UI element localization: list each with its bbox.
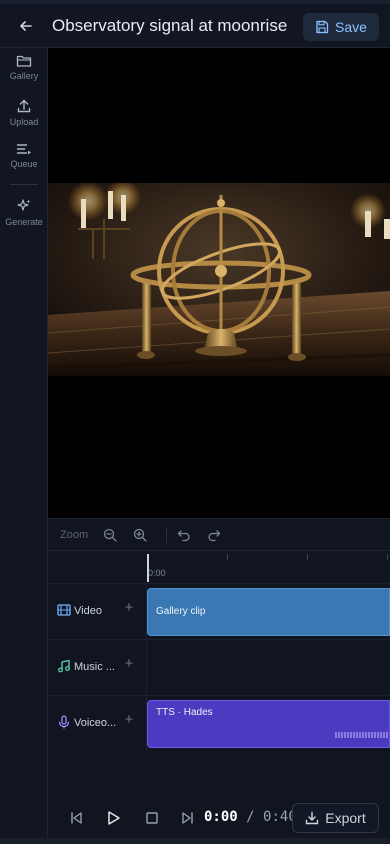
time-readout: 0:00 / 0:40 [204,809,297,825]
transport-bar: 0:00 / 0:40 Export [48,798,390,838]
ruler-tick [227,554,228,560]
ruler-start-label: 0:00 [148,568,166,578]
ruler-tick [387,554,388,560]
queue-icon [16,144,31,155]
play-button[interactable] [105,810,121,826]
export-button[interactable]: Export [292,803,379,833]
track-header-video: Video + [48,583,147,639]
skip-forward-icon [182,812,193,824]
bottom-edge [0,838,390,844]
sparkles-icon [17,199,31,211]
sidebar-item-label: Upload [9,117,39,127]
skip-back-icon [71,812,82,824]
upload-icon [17,99,31,113]
arrow-left-icon [20,21,32,31]
zoom-in-button[interactable] [132,527,148,543]
stop-button[interactable] [144,810,160,826]
sidebar-item-upload[interactable]: Upload [0,98,48,138]
clip-label: Gallery clip [156,606,206,617]
play-icon [108,811,120,825]
sidebar-item-label: Queue [10,159,38,169]
time-separator: / [246,809,255,825]
toolbar-divider [166,527,167,543]
floppy-icon [316,20,329,34]
track-header-voiceover: Voiceo... + [48,695,147,751]
sidebar-item-label: Generate [5,217,43,227]
redo-icon [208,530,221,542]
stop-icon [146,812,158,824]
timeline-toolbar: Zoom [48,518,390,551]
zoom-label: Zoom [60,529,89,541]
zoom-out-button[interactable] [102,527,118,543]
track-lane-music[interactable] [147,639,390,695]
skip-forward-button[interactable] [180,810,196,826]
save-button[interactable]: Save [303,13,379,41]
armillary-sphere-image [48,183,390,376]
sidebar-divider [10,184,38,185]
undo-button[interactable] [176,527,192,543]
header-bar: Observatory signal at moonrise Save [0,4,390,48]
track-label: Video [74,605,102,617]
download-icon [306,811,319,825]
track-label: Voiceo... [74,717,117,729]
ruler-tick [307,554,308,560]
track-label: Music ... [74,661,115,673]
playhead[interactable] [147,554,149,582]
mic-icon [58,715,70,729]
time-ruler[interactable]: 0:00 [147,551,390,583]
zoom-in-icon [133,528,147,542]
project-title: Observatory signal at moonrise [52,16,288,35]
voiceover-clip[interactable]: TTS · Hades [147,700,390,748]
sidebar: Gallery Upload Queue Generate [0,48,48,844]
save-button-label: Save [335,19,367,35]
back-button[interactable] [14,14,38,38]
redo-button[interactable] [206,527,222,543]
sidebar-item-queue[interactable]: Queue [0,142,48,182]
clip-label: TTS · Hades [156,707,213,718]
add-clip-button[interactable]: + [122,600,136,615]
add-clip-button[interactable]: + [122,656,136,671]
undo-icon [177,530,190,542]
film-icon [57,604,71,616]
sidebar-item-gallery[interactable]: Gallery [0,54,48,94]
waveform [335,732,388,738]
export-button-label: Export [325,810,366,826]
track-header-music: Music ... + [48,639,147,695]
skip-back-button[interactable] [68,810,84,826]
folder-icon [16,55,32,67]
video-clip[interactable]: Gallery clip [147,588,390,636]
track-lane-voiceover[interactable]: TTS · Hades [147,695,390,751]
track-lane-video[interactable]: Gallery clip [147,583,390,639]
sidebar-item-generate[interactable]: Generate [0,198,48,238]
music-icon [58,659,70,673]
sidebar-item-label: Gallery [9,71,39,81]
zoom-out-icon [103,528,117,542]
add-clip-button[interactable]: + [122,712,136,727]
video-preview[interactable] [48,48,390,518]
timeline-panel: Zoom 0:00 Video + Gallery clip Music ...… [48,518,390,798]
current-time: 0:00 [204,809,238,825]
